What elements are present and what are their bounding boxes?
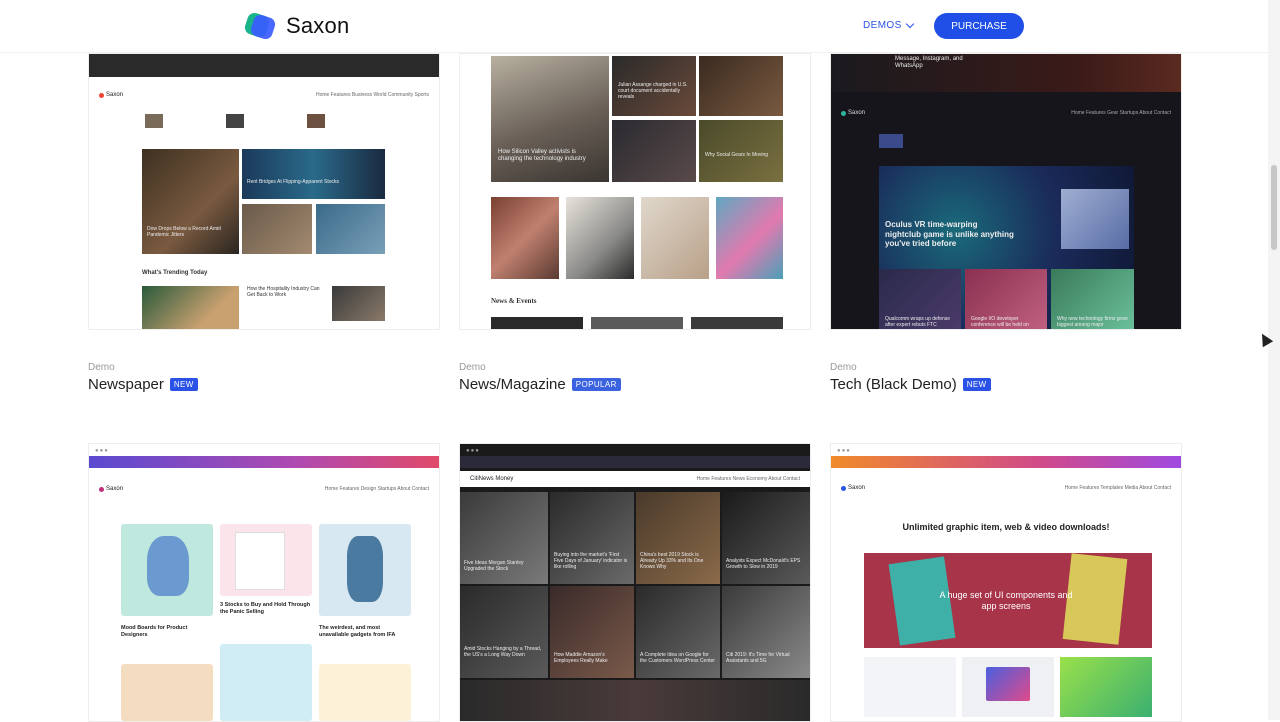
popular-badge: POPULAR: [571, 378, 621, 391]
newspaper-preview[interactable]: Saxon Home Features Business World Commu…: [88, 53, 440, 330]
brand-logo[interactable]: Saxon: [243, 11, 350, 41]
card-meta-newspaper: Demo Newspaper NEW: [88, 362, 198, 393]
brand-name: Saxon: [286, 13, 350, 38]
demo-title[interactable]: Newspaper: [88, 376, 164, 393]
preview-story-image: [142, 149, 239, 254]
preview-nav: CitiNews Money Home Features News Econom…: [460, 471, 810, 487]
preview-nav: Saxon Home Features Business World Commu…: [89, 88, 439, 102]
preview-nav: Saxon Home Features Design Startups Abou…: [89, 482, 439, 496]
site-header: Saxon DEMOS PURCHASE: [0, 0, 1268, 53]
news-magazine-preview[interactable]: How Silicon Valley activists is changing…: [459, 53, 811, 330]
demos-menu[interactable]: DEMOS: [863, 19, 914, 31]
demo-label: Demo: [830, 362, 857, 373]
demo-label: Demo: [88, 362, 115, 373]
preview-nav: Saxon Home Features Templates Media Abou…: [831, 481, 1181, 495]
browser-dots-icon: ●●●: [466, 448, 480, 454]
creative-preview[interactable]: ●●● Saxon Home Features Templates Media …: [830, 443, 1182, 722]
chevron-down-icon: [905, 19, 914, 29]
page-scrollbar[interactable]: [1268, 0, 1280, 720]
demo-title[interactable]: Tech (Black Demo): [830, 376, 957, 393]
logo-icon: [243, 11, 277, 41]
browser-dots-icon: ●●●: [837, 448, 851, 454]
card-meta-tech: Demo Tech (Black Demo) NEW: [830, 362, 991, 393]
money-magazine-preview[interactable]: ●●● CitiNews Money Home Features News Ec…: [459, 443, 811, 722]
purchase-button[interactable]: PURCHASE: [934, 13, 1024, 39]
preview-top-image: [89, 54, 439, 77]
demos-label: DEMOS: [863, 20, 902, 31]
scrollbar-thumb[interactable]: [1271, 165, 1277, 250]
preview-nav: Saxon Home Features Gear Startups About …: [831, 106, 1181, 120]
demo-label: Demo: [459, 362, 486, 373]
card-meta-news-magazine: Demo News/Magazine POPULAR: [459, 362, 621, 393]
lifestyle-preview[interactable]: ●●● Saxon Home Features Design Startups …: [88, 443, 440, 722]
demo-title[interactable]: News/Magazine: [459, 376, 566, 393]
browser-dots-icon: ●●●: [95, 448, 109, 454]
new-badge: NEW: [962, 378, 991, 391]
tech-black-preview[interactable]: Message, Instagram, and WhatsApp Saxon H…: [830, 53, 1182, 330]
new-badge: NEW: [169, 378, 198, 391]
